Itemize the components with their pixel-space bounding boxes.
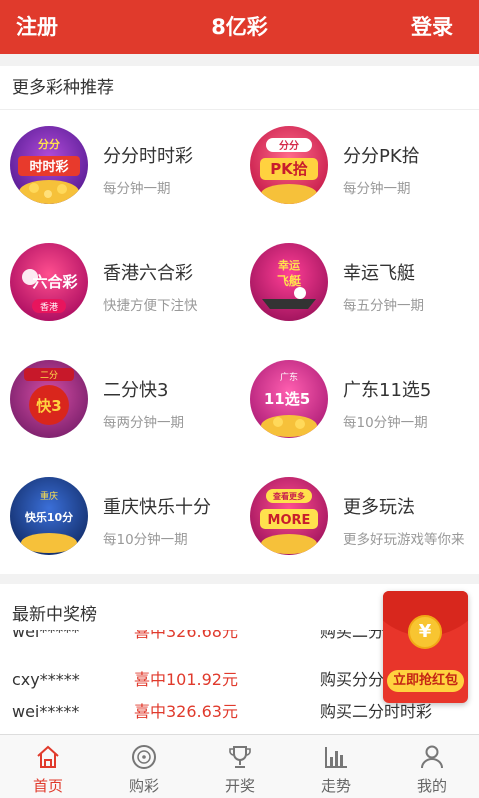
home-icon	[34, 743, 62, 771]
game-name: 分分时时彩	[103, 146, 193, 167]
logo-top-text: 查看更多	[273, 491, 305, 501]
logo-top-text: 幸运	[278, 258, 300, 272]
tab-trend[interactable]: 走势	[288, 735, 384, 798]
fenfen-pk10-logo: 分分 PK拾	[250, 126, 328, 204]
yuan-coin-icon: ¥	[408, 615, 442, 649]
game-desc: 更多好玩游戏等你来	[343, 532, 465, 548]
user-icon	[418, 743, 446, 771]
login-link[interactable]: 登录	[411, 12, 453, 42]
game-desc: 每分钟一期	[103, 181, 171, 197]
game-item-fenfen-ssc[interactable]: 分分 时时彩 分分时时彩 每分钟一期	[0, 110, 239, 226]
logo-top-text: 二分	[40, 370, 58, 381]
game-item-lucky-boat[interactable]: 幸运 飞艇 幸运飞艇 每五分钟一期	[240, 227, 479, 343]
logo-main-text: 时时彩	[29, 159, 68, 175]
tab-label: 我的	[416, 777, 447, 795]
logo-main-text: 六合彩	[32, 273, 77, 291]
game-item-cq-happy10[interactable]: 重庆 快乐10分 重庆快乐十分 每10分钟一期	[0, 461, 239, 577]
game-grid: 分分 时时彩 分分时时彩 每分钟一期 分分 PK拾 分分PK拾 每分钟一期 六合…	[0, 110, 479, 574]
game-item-erfen-k3[interactable]: 二分 快3 二分快3 每两分钟一期	[0, 344, 239, 460]
tab-home[interactable]: 首页	[0, 735, 96, 798]
fenfen-ssc-logo: 分分 时时彩	[10, 126, 88, 204]
game-name: 更多玩法	[343, 497, 415, 518]
game-item-fenfen-pk10[interactable]: 分分 PK拾 分分PK拾 每分钟一期	[240, 110, 479, 226]
hk-marksix-logo: 六合彩 香港	[10, 243, 88, 321]
winner-user: wei*****	[12, 702, 80, 721]
tab-label: 开奖	[224, 777, 255, 795]
winner-amount: 喜中101.92元	[134, 670, 238, 689]
winners-heading: 最新中奖榜	[12, 605, 97, 625]
tab-label: 走势	[320, 777, 351, 795]
logo-top-text: 分分	[38, 137, 60, 151]
grab-red-packet-label: 立即抢红包	[387, 670, 464, 692]
erfen-k3-logo: 二分 快3	[10, 360, 88, 438]
logo-main-text: 飞艇	[277, 273, 302, 288]
cq-happy10-logo: 重庆 快乐10分	[10, 477, 88, 555]
top-bar: 8亿彩 注册 登录	[0, 0, 479, 54]
tab-buy[interactable]: 购彩	[96, 735, 192, 798]
bottom-tab-bar: 首页 购彩 开奖 走势 我的	[0, 734, 479, 798]
game-name: 广东11选5	[343, 380, 432, 401]
logo-top-text: 分分	[279, 139, 299, 152]
game-desc: 每10分钟一期	[343, 415, 428, 431]
game-item-hk-marksix[interactable]: 六合彩 香港 香港六合彩 快捷方便下注快	[0, 227, 239, 343]
game-name: 重庆快乐十分	[103, 497, 211, 518]
logo-main-text: 快乐10分	[24, 510, 73, 524]
game-desc: 每五分钟一期	[343, 298, 424, 314]
game-item-more[interactable]: 查看更多 MORE 更多玩法 更多好玩游戏等你来	[240, 461, 479, 577]
more-games-logo: 查看更多 MORE	[250, 477, 328, 555]
winner-amount: 喜中326.63元	[134, 702, 238, 721]
logo-main-text: 11选5	[264, 390, 310, 408]
game-name: 香港六合彩	[103, 263, 193, 284]
game-name: 幸运飞艇	[343, 263, 415, 284]
game-desc: 每两分钟一期	[103, 415, 184, 431]
red-packet-button[interactable]: ¥ 立即抢红包	[383, 591, 468, 703]
winner-user: wei*****	[12, 630, 80, 641]
tab-label: 购彩	[128, 777, 159, 795]
trophy-icon	[226, 743, 254, 771]
tab-draw[interactable]: 开奖	[192, 735, 288, 798]
tab-label: 首页	[32, 777, 63, 795]
game-desc: 每分钟一期	[343, 181, 411, 197]
logo-main-text: MORE	[268, 513, 311, 528]
lottery-ball-icon	[130, 743, 158, 771]
logo-main-text: PK拾	[270, 160, 308, 178]
trend-chart-icon	[322, 743, 350, 771]
recommend-heading: 更多彩种推荐	[0, 66, 479, 110]
game-name: 分分PK拾	[343, 146, 420, 167]
tab-mine[interactable]: 我的	[384, 735, 479, 798]
game-item-gd-11x5[interactable]: 广东 11选5 广东11选5 每10分钟一期	[240, 344, 479, 460]
logo-main-text: 快3	[36, 397, 61, 415]
app-title: 8亿彩	[211, 15, 268, 39]
gd-11x5-logo: 广东 11选5	[250, 360, 328, 438]
logo-top-text: 重庆	[40, 490, 58, 502]
logo-top-text: 香港	[40, 301, 58, 313]
lucky-boat-logo: 幸运 飞艇	[250, 243, 328, 321]
register-link[interactable]: 注册	[16, 12, 58, 42]
winner-user: cxy*****	[12, 670, 80, 689]
game-desc: 每10分钟一期	[103, 532, 188, 548]
logo-top-text: 广东	[280, 371, 298, 383]
game-desc: 快捷方便下注快	[103, 298, 198, 314]
game-name: 二分快3	[103, 380, 169, 401]
winner-amount: 喜中326.68元	[134, 630, 238, 641]
